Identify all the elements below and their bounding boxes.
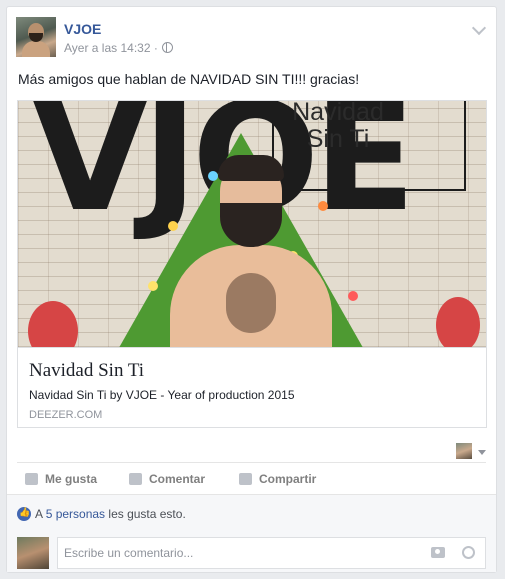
share-button-label: Compartir	[259, 472, 317, 486]
viewer-avatar[interactable]	[456, 443, 472, 459]
shared-link-card[interactable]: VJOE Navidad Sin Ti Navid	[17, 100, 487, 428]
comment-button[interactable]: Comentar	[129, 463, 205, 495]
comment-button-label: Comentar	[149, 472, 206, 486]
globe-icon	[161, 42, 173, 53]
shared-link-description: Navidad Sin Ti by VJOE - Year of product…	[29, 388, 295, 402]
caret-down-icon[interactable]	[478, 450, 486, 455]
shared-link-title[interactable]: Navidad Sin Ti	[29, 360, 144, 382]
post-header: VJOE Ayer a las 14:32 ·	[16, 17, 487, 61]
illustration-figure	[170, 155, 332, 347]
author-name[interactable]: VJOE	[64, 21, 101, 37]
emoji-icon[interactable]	[462, 546, 475, 559]
comment-box[interactable]	[57, 537, 486, 569]
post-timestamp[interactable]: Ayer a las 14:32 ·	[64, 41, 158, 55]
figure-chest	[226, 273, 276, 333]
post-card: VJOE Ayer a las 14:32 · Más amigos que h…	[6, 6, 497, 573]
tree-light	[348, 291, 358, 301]
comment-input[interactable]	[64, 538, 394, 568]
feedback-area: A 5 personas les gusta esto.	[7, 494, 496, 572]
like-button[interactable]: Me gusta	[25, 463, 97, 495]
red-ornament	[436, 297, 480, 347]
likers-link[interactable]: 5 personas	[46, 507, 105, 521]
like-summary: A 5 personas les gusta esto.	[17, 507, 186, 521]
viewer-selector[interactable]	[7, 439, 496, 461]
shared-link-domain: DEEZER.COM	[29, 409, 103, 421]
like-summary-prefix: A	[35, 507, 46, 521]
like-count-icon	[17, 507, 31, 521]
shared-link-image[interactable]: VJOE Navidad Sin Ti	[18, 101, 486, 347]
post-meta: Ayer a las 14:32 ·	[64, 41, 173, 55]
commenter-avatar	[17, 537, 49, 569]
red-ornament	[28, 301, 78, 347]
post-text: Más amigos que hablan de NAVIDAD SIN TI!…	[18, 71, 360, 87]
camera-icon[interactable]	[431, 547, 445, 558]
comment-icon	[129, 473, 142, 485]
like-button-label: Me gusta	[45, 472, 98, 486]
like-summary-suffix: les gusta esto.	[105, 507, 186, 521]
share-arrow-icon	[239, 473, 252, 485]
art-title-line1: Navidad	[292, 101, 384, 126]
share-button[interactable]: Compartir	[239, 463, 316, 495]
chevron-down-icon[interactable]	[471, 20, 487, 36]
tree-light	[148, 281, 158, 291]
shared-link-info[interactable]: Navidad Sin Ti Navidad Sin Ti by VJOE - …	[18, 347, 486, 427]
author-avatar[interactable]	[16, 17, 56, 57]
figure-hair	[218, 155, 284, 181]
thumbs-up-icon	[25, 473, 38, 485]
avatar-torso	[22, 41, 50, 57]
post-actions: Me gusta Comentar Compartir	[17, 462, 486, 495]
figure-beard	[220, 203, 282, 247]
